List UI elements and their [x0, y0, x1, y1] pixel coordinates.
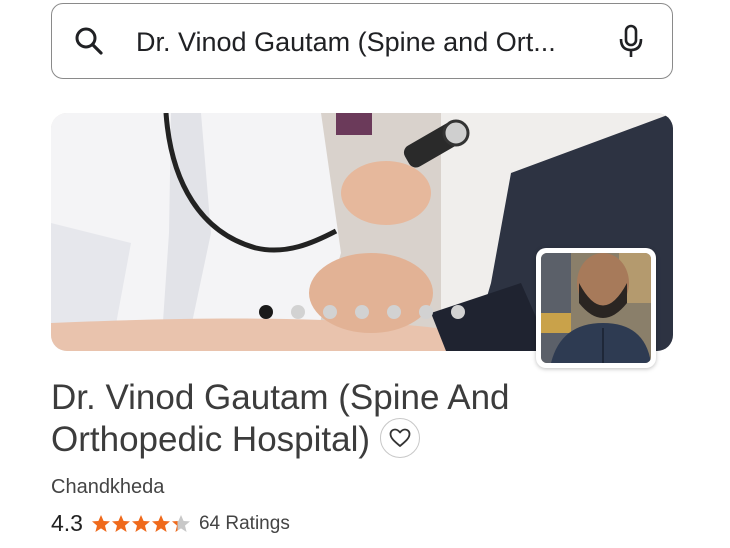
- business-title-line2: Orthopedic Hospital): [51, 420, 371, 459]
- ratings-count[interactable]: 64 Ratings: [199, 513, 290, 535]
- rating-value: 4.3: [51, 510, 83, 536]
- locality-text: Chandkheda: [51, 476, 165, 498]
- carousel-dot[interactable]: [387, 305, 401, 319]
- business-title-line2-row: Orthopedic Hospital): [51, 417, 611, 462]
- carousel-dot[interactable]: [259, 305, 273, 319]
- microphone-icon[interactable]: [618, 24, 644, 60]
- carousel-dot[interactable]: [355, 305, 369, 319]
- search-input[interactable]: Dr. Vinod Gautam (Spine and Ort...: [136, 26, 606, 58]
- carousel-dot[interactable]: [451, 305, 465, 319]
- carousel-dot[interactable]: [323, 305, 337, 319]
- star-icon: [111, 514, 130, 532]
- carousel-indicators: [259, 305, 465, 319]
- rating-row[interactable]: 4.3 64 Ratings: [51, 510, 290, 537]
- carousel-dot[interactable]: [291, 305, 305, 319]
- business-title-line1: Dr. Vinod Gautam (Spine And: [51, 378, 510, 417]
- star-icon: [151, 514, 170, 532]
- carousel-dot[interactable]: [419, 305, 433, 319]
- star-icon: [171, 514, 190, 532]
- search-bar[interactable]: Dr. Vinod Gautam (Spine and Ort...: [51, 3, 673, 79]
- star-icon: [91, 514, 110, 532]
- profile-thumbnail[interactable]: [536, 248, 656, 368]
- search-icon[interactable]: [74, 26, 104, 56]
- favorite-button[interactable]: [380, 417, 421, 458]
- star-icon: [131, 514, 150, 532]
- heart-outline-icon: [389, 428, 411, 447]
- star-rating: [91, 514, 191, 534]
- avatar: [541, 253, 651, 363]
- business-title: Dr. Vinod Gautam (Spine And Orthopedic H…: [51, 377, 611, 462]
